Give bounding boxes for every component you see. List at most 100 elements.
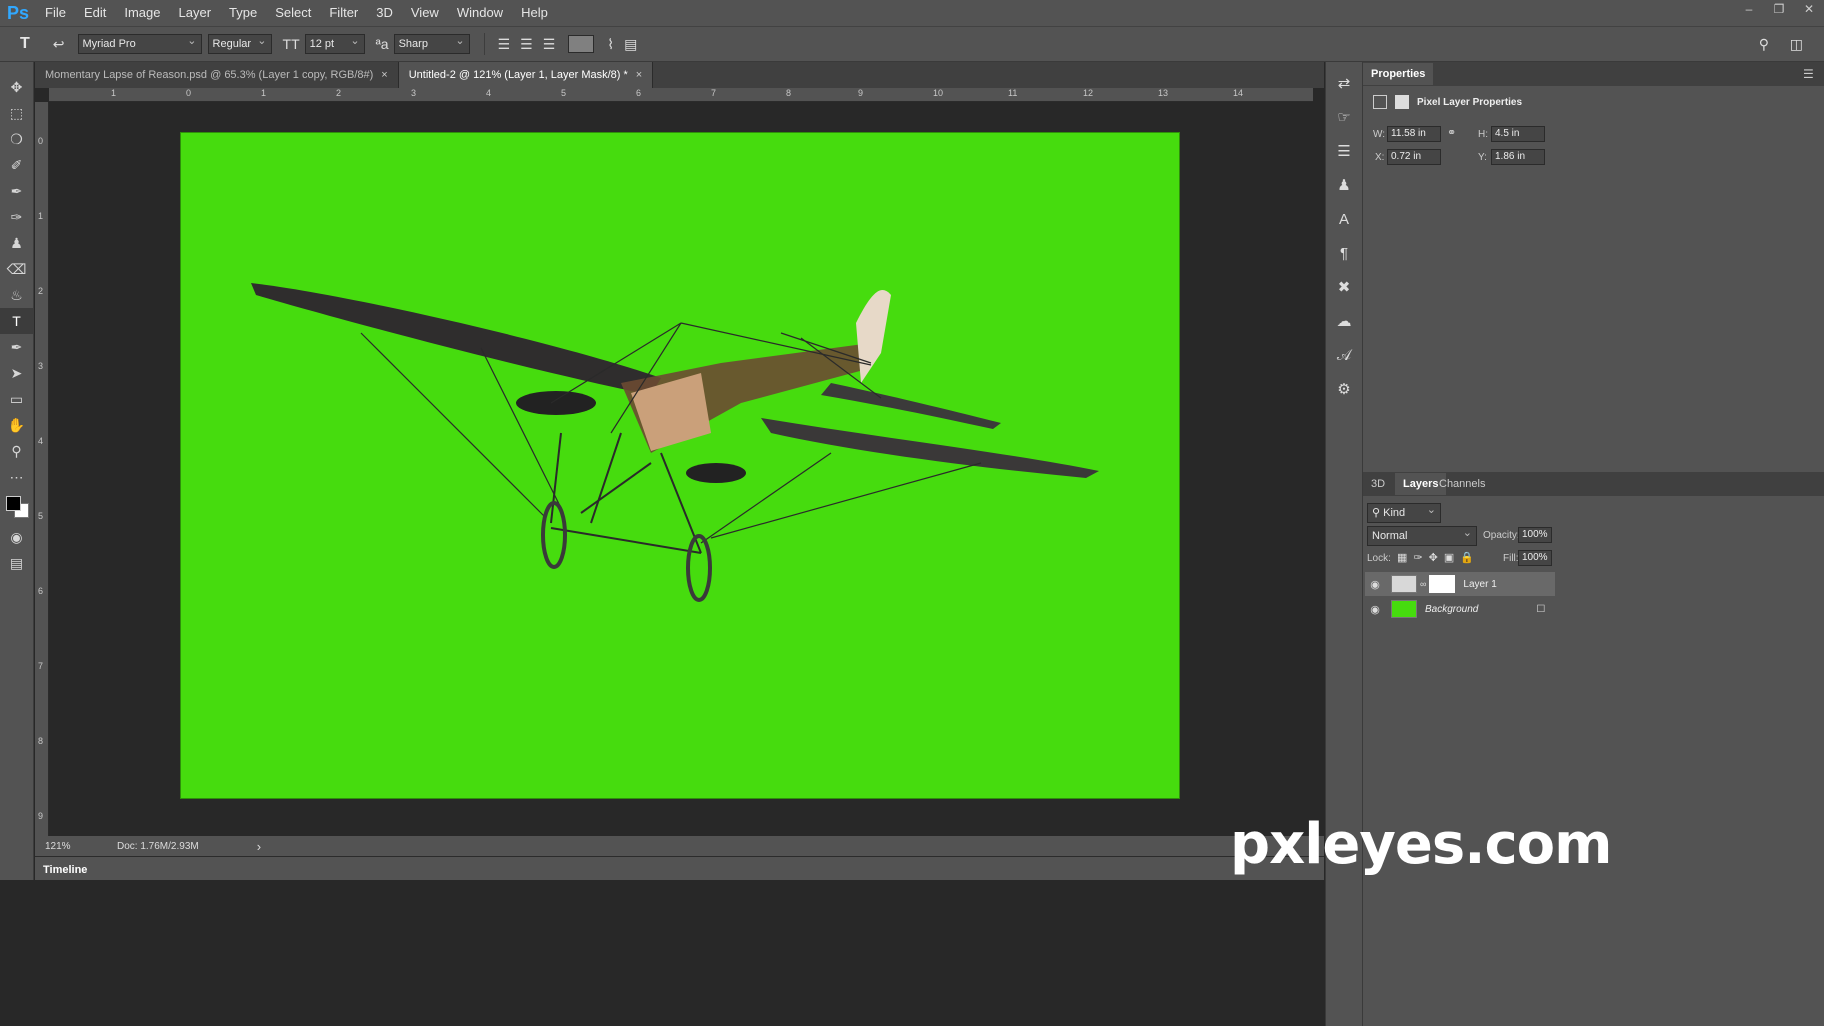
menu-3d[interactable]: 3D [367,0,402,26]
eraser-tool-icon[interactable]: ⌫ [0,256,33,282]
timeline-label: Timeline [43,864,88,876]
align-right-icon[interactable]: ☰ [538,36,561,53]
opacity-field[interactable]: 100% [1518,527,1552,543]
menu-type[interactable]: Type [220,0,266,26]
creative-cloud-icon[interactable]: ☁ [1326,304,1362,338]
y-field[interactable]: 1.86 in [1491,149,1545,165]
rectangle-tool-icon[interactable]: ▭ [0,386,33,412]
font-style-select[interactable]: Regular [207,32,272,54]
menu-help[interactable]: Help [512,0,557,26]
eyedropper-tool-icon[interactable]: ✒ [0,178,33,204]
hand-tool-icon[interactable]: ✋ [0,412,33,438]
glyphs-icon[interactable]: 𝒜 [1326,338,1362,372]
eye-icon[interactable]: ◉ [1365,603,1385,616]
pen-tool-icon[interactable]: ✒ [0,334,33,360]
layer-row-layer-1[interactable]: ◉ ∞ Layer 1 [1365,572,1555,596]
brush-tool-icon[interactable]: ✑ [0,204,33,230]
menu-window[interactable]: Window [448,0,512,26]
menu-filter[interactable]: Filter [320,0,367,26]
doc-size: Doc: 1.76M/2.93M [117,840,199,852]
align-left-icon[interactable]: ☰ [493,36,516,53]
move-tool-icon[interactable]: ✥ [0,74,33,100]
path-select-tool-icon[interactable]: ➤ [0,360,33,386]
vertical-ruler: 0 1 2 3 4 5 6 7 8 9 [35,102,49,854]
menu-view[interactable]: View [402,0,448,26]
tab-untitled-2[interactable]: Untitled-2 @ 121% (Layer 1, Layer Mask/8… [398,62,654,88]
quick-select-tool-icon[interactable]: ✐ [0,152,33,178]
menu-image[interactable]: Image [115,0,169,26]
ruler-tick: 0 [38,136,44,146]
type-tool-icon[interactable]: T [0,308,33,334]
layer-filter-select[interactable]: ⚲ Kind [1367,501,1441,523]
timeline-panel[interactable]: Timeline [35,856,1324,880]
height-field[interactable]: 4.5 in [1491,126,1545,142]
zoom-tool-icon[interactable]: ⚲ [0,438,33,464]
text-color-swatch[interactable] [568,35,595,53]
font-size-select[interactable]: 12 pt [304,32,365,54]
eye-icon[interactable]: ◉ [1365,578,1385,591]
stamp-tool-icon[interactable]: ♟ [0,230,33,256]
paragraph-icon[interactable]: ¶ [1326,236,1362,270]
menu-edit[interactable]: Edit [75,0,115,26]
type-tool-preset-icon[interactable]: T [14,35,36,53]
link-icon[interactable]: ⚭ [1447,126,1456,139]
tab-momentary-lapse[interactable]: Momentary Lapse of Reason.psd @ 65.3% (L… [35,62,399,88]
ruler-tick: 3 [411,88,417,98]
lock-icons[interactable]: ▦✑✥▣🔒 [1397,551,1480,564]
restore-button[interactable]: ❐ [1764,0,1794,20]
history-icon[interactable]: ⇄ [1326,66,1362,100]
tab-channels[interactable]: Channels [1431,473,1493,495]
zoom-level[interactable]: 121% [45,841,105,852]
tab-properties[interactable]: Properties [1363,63,1434,85]
actions-icon[interactable]: ☞ [1326,100,1362,134]
adjustments-icon[interactable]: ☰ [1326,134,1362,168]
status-menu-arrow[interactable]: › [257,839,261,854]
search-icon[interactable]: ⚲ [1754,36,1774,53]
font-family-select[interactable]: Myriad Pro [77,32,202,54]
layer-mask-thumbnail[interactable] [1429,575,1456,593]
document-canvas[interactable] [180,132,1180,799]
ruler-tick: 14 [1233,88,1244,98]
warp-text-icon[interactable]: ⌇ [602,36,619,53]
antialias-select[interactable]: Sharp [393,32,470,54]
color-swatches[interactable] [0,494,33,524]
filter-label: Kind [1383,507,1406,519]
stamp-icon[interactable]: ♟ [1326,168,1362,202]
fill-field[interactable]: 100% [1518,550,1552,566]
x-field[interactable]: 0.72 in [1387,149,1441,165]
close-icon[interactable]: × [381,69,387,81]
tab-3d[interactable]: 3D [1363,473,1393,495]
paint-bucket-tool-icon[interactable]: ♨ [0,282,33,308]
marquee-tool-icon[interactable]: ⬚ [0,100,33,126]
text-orientation-icon[interactable]: ↩ [48,36,70,53]
panel-menu-icon[interactable]: ☰ [1803,67,1814,81]
blend-mode-select[interactable]: Normal [1367,524,1477,546]
lasso-tool-icon[interactable]: ❍ [0,126,33,152]
ruler-tick: 11 [1008,88,1018,98]
chain-icon[interactable]: ∞ [1420,579,1426,589]
screen-mode-icon[interactable]: ▤ [0,550,33,576]
character-panel-icon[interactable]: ▤ [619,36,642,53]
layer-name[interactable]: Layer 1 [1463,579,1496,590]
character-icon[interactable]: A [1326,202,1362,236]
tools-icon[interactable]: ✖ [1326,270,1362,304]
pixel-layer-icon [1373,95,1387,109]
close-button[interactable]: ✕ [1794,0,1824,20]
menu-select[interactable]: Select [266,0,320,26]
menu-layer[interactable]: Layer [170,0,221,26]
quick-mask-icon[interactable]: ◉ [0,524,33,550]
foreground-color[interactable] [6,496,21,511]
fill-label: Fill: [1503,553,1519,564]
layer-row-background[interactable]: ◉ Background ☐ [1365,597,1555,621]
close-icon[interactable]: × [636,69,642,81]
menu-file[interactable]: File [36,0,75,26]
minimize-button[interactable]: – [1734,0,1764,20]
align-center-icon[interactable]: ☰ [515,36,538,53]
workspace-icon[interactable]: ◫ [1785,36,1808,53]
layer-name[interactable]: Background [1425,604,1478,615]
more-tools-icon[interactable]: ⋯ [0,464,33,490]
ruler-tick: 6 [636,88,642,98]
antialias-icon: ªa [375,36,389,52]
settings-gear-icon[interactable]: ⚙ [1326,372,1362,406]
width-field[interactable]: 11.58 in [1387,126,1441,142]
